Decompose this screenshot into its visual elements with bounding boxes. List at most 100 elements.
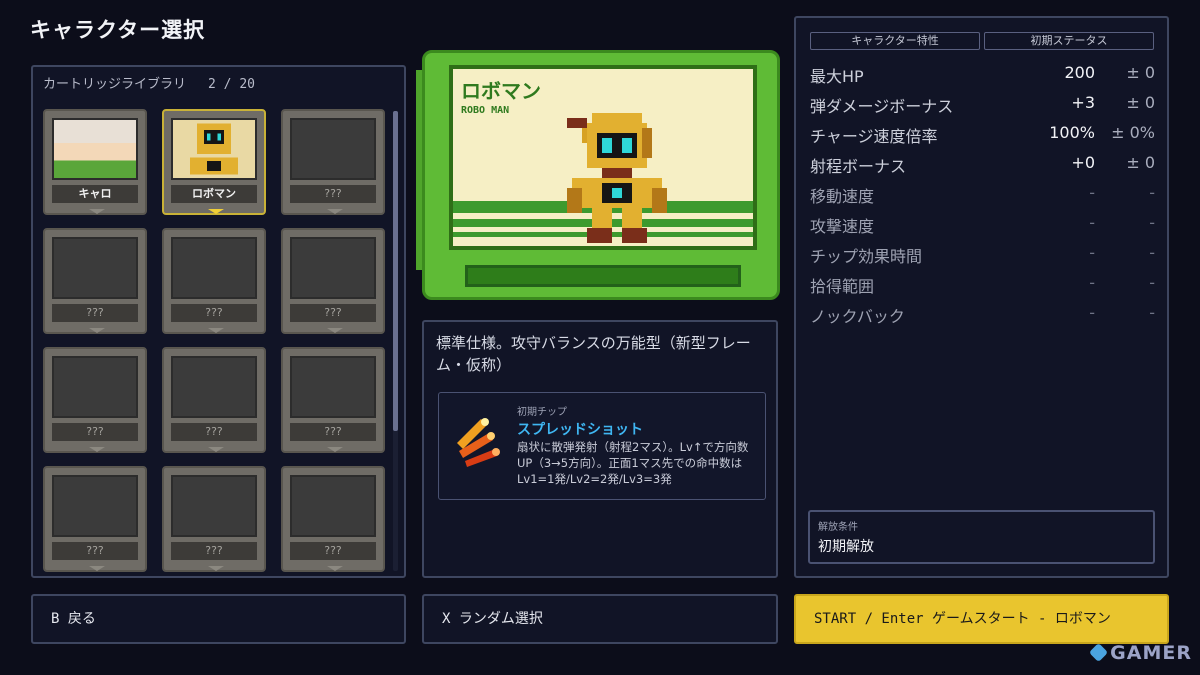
cartridge-slot[interactable]: ??? <box>281 347 385 453</box>
cartridge-character-name-en: ROBO MAN <box>461 105 510 116</box>
slot-notch <box>89 328 105 333</box>
stat-value: 200 <box>1064 63 1095 82</box>
cartridge-slot[interactable]: ??? <box>281 228 385 334</box>
watermark-text: GAMER <box>1110 642 1192 664</box>
stat-value: - <box>1089 303 1095 322</box>
cartridge-slot-label: ??? <box>171 304 257 322</box>
cartridge-body: ロボマン ROBO MAN <box>422 50 780 300</box>
stat-row: 移動速度 - - <box>810 183 1155 207</box>
stat-row: 弾ダメージボーナス +3 ± 0 <box>810 93 1155 117</box>
cartridge-slot[interactable]: ??? <box>162 347 266 453</box>
library-scrollbar[interactable] <box>393 111 398 571</box>
slot-notch <box>327 566 343 571</box>
stat-name: 弾ダメージボーナス <box>810 97 954 116</box>
slot-notch <box>89 566 105 571</box>
locked-slot-screen <box>52 237 138 299</box>
library-title: カートリッジライブラリ <box>43 77 187 92</box>
tab-character-traits[interactable]: キャラクター特性 <box>810 32 980 50</box>
locked-slot-screen <box>171 356 257 418</box>
stats-panel: キャラクター特性 初期ステータス 最大HP 200 ± 0 弾ダメージボーナス +3 ± … <box>794 16 1169 578</box>
cartridge-slot[interactable]: ??? <box>43 466 147 572</box>
character-description: 標準仕様。攻守バランスの万能型（新型フレーム・仮称） <box>436 334 751 374</box>
cartridge-slot-label: ??? <box>52 423 138 441</box>
stat-delta: - <box>1149 303 1155 322</box>
slot-notch <box>208 447 224 452</box>
locked-slot-screen <box>171 237 257 299</box>
stat-delta: - <box>1149 273 1155 292</box>
stat-name: ノックバック <box>810 307 905 326</box>
tab-initial-status[interactable]: 初期ステータス <box>984 32 1154 50</box>
random-select-button[interactable]: X ランダム選択 <box>422 594 778 644</box>
stat-name: チップ効果時間 <box>810 247 923 266</box>
chip-description: 扇状に散弾発射（射程2マス）。Lv↑で方向数UP（3→5方向）。正面1マス先での… <box>517 440 749 486</box>
slot-notch <box>327 328 343 333</box>
stat-value: +3 <box>1071 93 1095 112</box>
stat-row: 射程ボーナス +0 ± 0 <box>810 153 1155 177</box>
cartridge-slot-label: ロボマン <box>171 185 257 203</box>
library-count: 2 / 20 <box>208 77 255 92</box>
cartridge-slot[interactable]: ロボマン <box>162 109 266 215</box>
cartridge-slot-label: ??? <box>52 542 138 560</box>
cartridge-slot-label: ??? <box>171 423 257 441</box>
cartridge-slot[interactable]: ??? <box>162 228 266 334</box>
initial-chip-card: 初期チップ スプレッドショット 扇状に散弾発射（射程2マス）。Lv↑で方向数UP… <box>438 392 766 500</box>
cartridge-slot[interactable]: ??? <box>281 109 385 215</box>
gamer-logo-icon <box>1089 642 1109 663</box>
cartridge-slot[interactable]: キャロ <box>43 109 147 215</box>
cartridge-library-panel: カートリッジライブラリ 2 / 20 キャロ ロボマン???????????????… <box>31 65 406 578</box>
stat-delta: ± 0 <box>1126 153 1155 172</box>
cartridge-slot-label: ??? <box>290 185 376 203</box>
chip-caption: 初期チップ <box>517 407 567 418</box>
library-header: カートリッジライブラリ 2 / 20 <box>43 73 255 92</box>
slot-notch <box>327 447 343 452</box>
stat-name: 移動速度 <box>810 187 875 206</box>
stat-value: - <box>1089 183 1095 202</box>
cartridge-slot[interactable]: ??? <box>162 466 266 572</box>
stat-delta: ± 0 <box>1126 93 1155 112</box>
cartridge-slot-label: ??? <box>290 304 376 322</box>
stat-row: チップ効果時間 - - <box>810 243 1155 267</box>
stat-row: 攻撃速度 - - <box>810 213 1155 237</box>
stat-value: - <box>1089 213 1095 232</box>
stat-value: +0 <box>1071 153 1095 172</box>
locked-slot-screen <box>290 475 376 537</box>
stat-value: - <box>1089 243 1095 262</box>
cartridge-slot-label: ??? <box>290 542 376 560</box>
stat-value: 100% <box>1049 123 1095 142</box>
stat-name: 最大HP <box>810 67 864 86</box>
unlock-condition-box: 解放条件 初期解放 <box>808 510 1155 564</box>
stat-delta: - <box>1149 243 1155 262</box>
locked-slot-screen <box>52 475 138 537</box>
stat-row: 最大HP 200 ± 0 <box>810 63 1155 87</box>
slot-notch <box>208 328 224 333</box>
locked-slot-screen <box>290 237 376 299</box>
slot-notch <box>208 209 224 214</box>
character-description-panel: 標準仕様。攻守バランスの万能型（新型フレーム・仮称） 初期チップ スプレッドショ… <box>422 320 778 578</box>
spread-shot-icon <box>457 418 500 467</box>
stat-name: 攻撃速度 <box>810 217 875 236</box>
cartridge-slot-label: キャロ <box>52 185 138 203</box>
chip-name: スプレッドショット <box>517 422 643 438</box>
stat-delta: - <box>1149 213 1155 232</box>
locked-slot-screen <box>171 475 257 537</box>
unlock-value: 初期解放 <box>818 539 874 555</box>
stat-name: チャージ速度倍率 <box>810 127 938 146</box>
stat-name: 拾得範囲 <box>810 277 875 296</box>
robo-man-sprite <box>567 113 667 243</box>
screen-title: キャラクター選択 <box>30 18 206 42</box>
slot-notch <box>89 447 105 452</box>
stat-delta: ± 0 <box>1126 63 1155 82</box>
cartridge-slot[interactable]: ??? <box>43 347 147 453</box>
cartridge-slot[interactable]: ??? <box>281 466 385 572</box>
locked-slot-screen <box>290 356 376 418</box>
back-button[interactable]: B 戻る <box>31 594 406 644</box>
locked-slot-screen <box>290 118 376 180</box>
start-game-button[interactable]: START / Enter ゲームスタート - ロボマン <box>794 594 1169 644</box>
cartridge-slot[interactable]: ??? <box>43 228 147 334</box>
cartridge-preview: ロボマン ROBO MAN <box>416 50 780 300</box>
cartridge-character-name: ロボマン <box>461 79 541 103</box>
character-portrait <box>52 118 138 180</box>
gamer-watermark: GAMER <box>1089 642 1192 664</box>
library-scroll-thumb[interactable] <box>393 111 398 431</box>
cartridge-slot-label: ??? <box>171 542 257 560</box>
